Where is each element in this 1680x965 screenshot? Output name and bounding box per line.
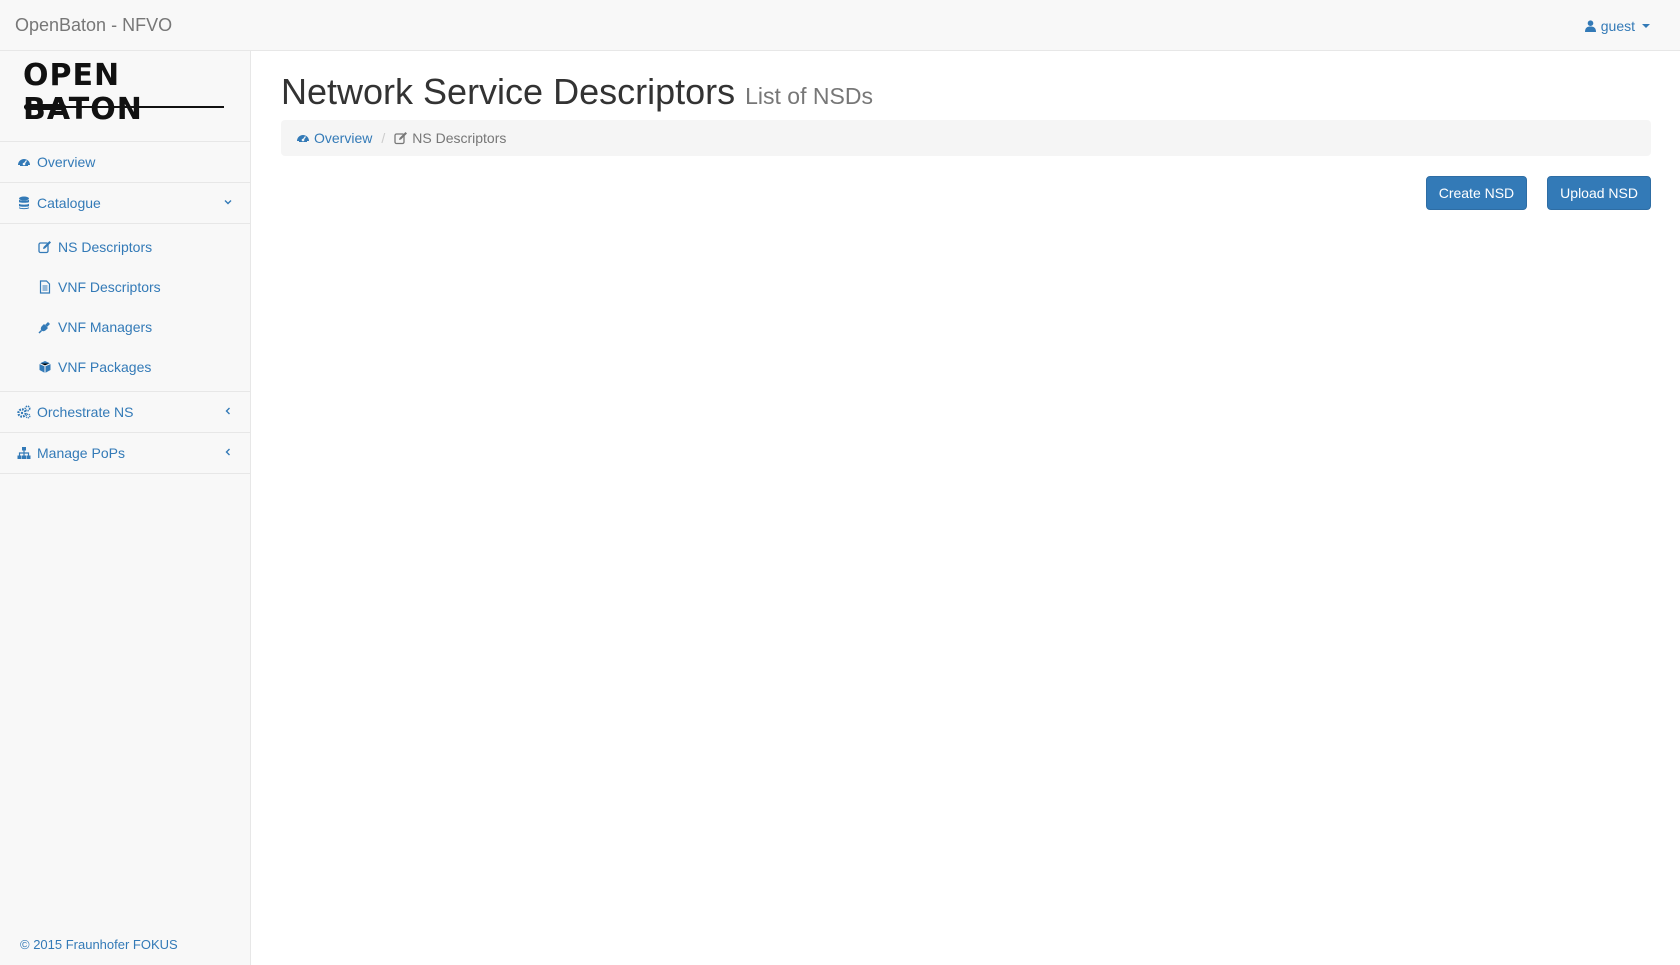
sidebar-item-orchestrate-ns[interactable]: Orchestrate NS (0, 392, 250, 433)
sidebar-item-label: Manage PoPs (37, 445, 125, 461)
logo-text: OPEN BATON (23, 58, 143, 127)
edit-icon (38, 240, 52, 254)
breadcrumb-label: Overview (314, 130, 373, 146)
logo-bar (24, 104, 66, 110)
dashboard-icon (296, 131, 310, 145)
dashboard-icon (17, 155, 31, 169)
sidebar-item-label: VNF Managers (58, 319, 153, 335)
sidebar-item-label: VNF Descriptors (58, 279, 161, 295)
file-text-icon (38, 280, 52, 294)
top-navbar: OpenBaton - NFVO guest (0, 0, 1680, 51)
chevron-left-icon (222, 405, 234, 417)
cube-icon (38, 360, 52, 374)
sidebar-nav: Overview Catalogue NS Descriptors VNF De… (0, 141, 250, 474)
caret-down-icon (1642, 24, 1650, 28)
sitemap-icon (17, 446, 31, 460)
cogs-icon (17, 405, 31, 419)
sidebar-item-label: NS Descriptors (58, 239, 153, 255)
edit-icon (394, 131, 408, 145)
page-subtitle: List of NSDs (745, 83, 873, 109)
breadcrumb-separator: / (381, 130, 386, 146)
sidebar-item-label: VNF Packages (58, 359, 152, 375)
breadcrumb-label: NS Descriptors (412, 130, 507, 146)
breadcrumb-current: NS Descriptors (394, 130, 506, 146)
sidebar-item-label: Overview (37, 154, 96, 170)
navbar-brand[interactable]: OpenBaton - NFVO (15, 15, 172, 35)
copyright-link[interactable]: © 2015 Fraunhofer FOKUS (20, 937, 178, 952)
openbaton-logo[interactable]: OPEN BATON (0, 51, 250, 127)
sidebar-item-overview[interactable]: Overview (0, 142, 250, 183)
database-icon (17, 196, 31, 210)
breadcrumb-overview-link[interactable]: Overview (296, 130, 372, 146)
user-name: guest (1600, 18, 1635, 34)
chevron-down-icon (222, 196, 234, 208)
sidebar-item-label: Orchestrate NS (37, 404, 134, 420)
sidebar-item-vnf-packages[interactable]: VNF Packages (0, 347, 250, 387)
sidebar-item-catalogue[interactable]: Catalogue (0, 183, 250, 224)
catalogue-submenu: NS Descriptors VNF Descriptors VNF Manag… (0, 224, 250, 392)
user-menu-dropdown[interactable]: guest (1584, 17, 1650, 35)
sidebar-item-vnf-managers[interactable]: VNF Managers (0, 307, 250, 347)
upload-nsd-button[interactable]: Upload NSD (1547, 176, 1651, 210)
sidebar-item-manage-pops[interactable]: Manage PoPs (0, 433, 250, 474)
user-icon (1584, 20, 1596, 32)
sidebar: OPEN BATON Overview Catalogue NS Descrip… (0, 51, 251, 965)
sidebar-item-label: Catalogue (37, 195, 101, 211)
page-title: Network Service Descriptors (281, 71, 736, 112)
chevron-left-icon (222, 446, 234, 458)
action-buttons: Create NSD Upload NSD (281, 176, 1651, 210)
sidebar-item-ns-descriptors[interactable]: NS Descriptors (0, 227, 250, 267)
main-content: Network Service Descriptors List of NSDs… (281, 51, 1651, 210)
create-nsd-button[interactable]: Create NSD (1425, 176, 1528, 210)
page-header: Network Service Descriptors List of NSDs (281, 71, 1651, 113)
sidebar-item-vnf-descriptors[interactable]: VNF Descriptors (0, 267, 250, 307)
breadcrumb: Overview / NS Descriptors (281, 120, 1651, 156)
plug-icon (38, 320, 52, 334)
